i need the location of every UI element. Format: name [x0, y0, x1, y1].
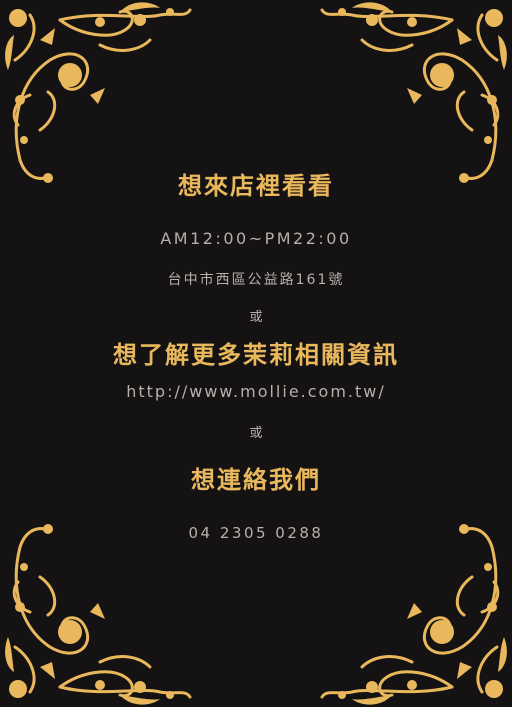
more-info-heading: 想了解更多茉莉相關資訊: [113, 341, 399, 369]
info-content: 想來店裡看看 AM12:00~PM22:00 台中市西區公益路161號 或 想了…: [0, 0, 512, 707]
separator-or-2: 或: [249, 426, 263, 441]
info-card: 想來店裡看看 AM12:00~PM22:00 台中市西區公益路161號 或 想了…: [0, 0, 512, 707]
phone-number[interactable]: 04 2305 0288: [0, 524, 512, 542]
store-address: 台中市西區公益路161號: [167, 272, 345, 288]
separator-or-1: 或: [249, 310, 263, 325]
opening-hours: AM12:00~PM22:00: [160, 229, 352, 248]
visit-heading: 想來店裡看看: [178, 172, 334, 200]
contact-heading: 想連絡我們: [191, 466, 321, 494]
website-link[interactable]: http://www.mollie.com.tw/: [0, 382, 512, 401]
